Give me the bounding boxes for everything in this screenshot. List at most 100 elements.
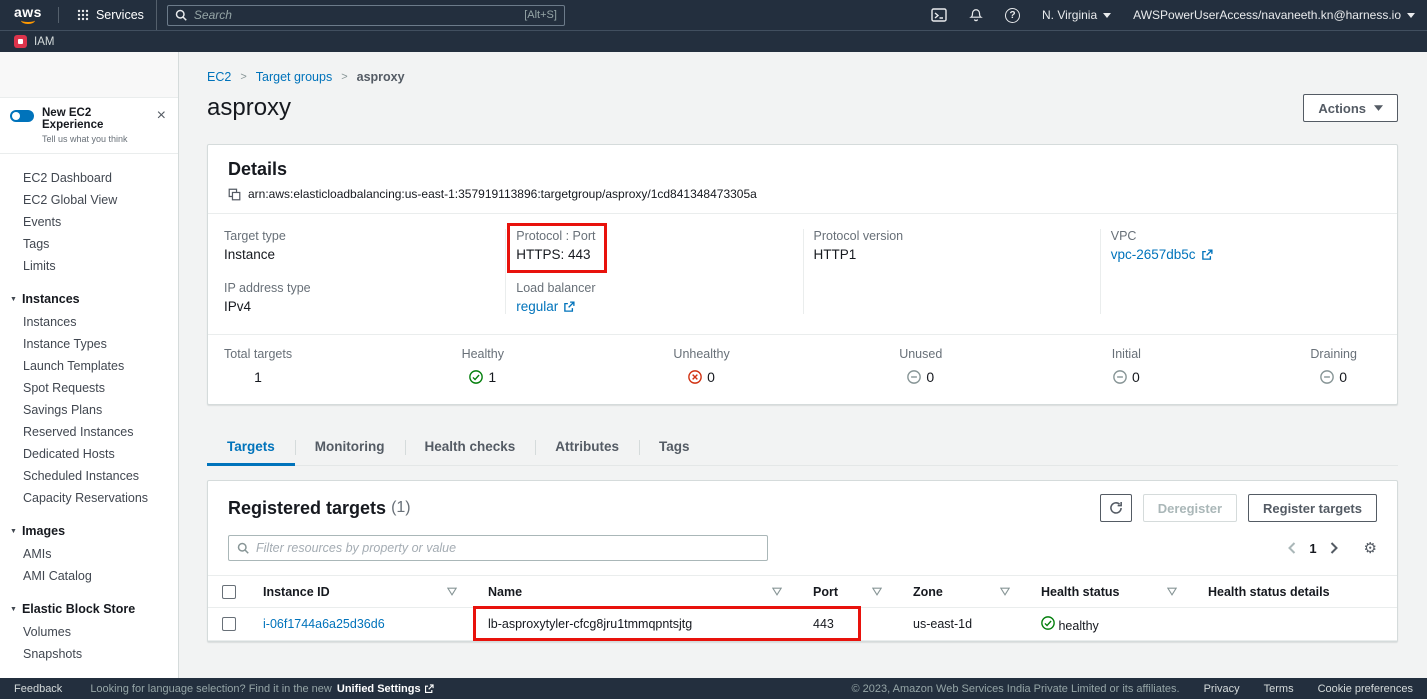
field-value: HTTP1: [814, 247, 857, 262]
column-filter-icon[interactable]: [447, 587, 457, 596]
column-filter-icon[interactable]: [1000, 587, 1010, 596]
load-balancer-link[interactable]: regular: [516, 299, 558, 314]
select-all-checkbox[interactable]: [222, 585, 236, 599]
sidebar-item-ec2-dashboard[interactable]: EC2 Dashboard: [0, 167, 178, 189]
sidebar-item-ec2-global-view[interactable]: EC2 Global View: [0, 189, 178, 211]
field-label: Protocol version: [814, 229, 904, 243]
sidebar-item-capacity-reservations[interactable]: Capacity Reservations: [0, 487, 178, 509]
section-caret-icon: ▼: [10, 606, 17, 613]
sidebar-item-reserved-instances[interactable]: Reserved Instances: [0, 421, 178, 443]
cloudshell-icon[interactable]: [931, 8, 947, 22]
external-link-icon[interactable]: [1201, 249, 1213, 261]
deregister-button[interactable]: Deregister: [1143, 494, 1237, 522]
header-label: Name: [488, 585, 522, 599]
column-filter-icon[interactable]: [872, 587, 882, 596]
row-checkbox[interactable]: [222, 617, 236, 631]
table-header-row: Instance ID Name Port Zone: [208, 576, 1397, 608]
stat-label: Draining: [1310, 347, 1357, 361]
sidebar-section-instances[interactable]: ▼ Instances: [0, 287, 178, 311]
stat-total-targets: Total targets 1: [224, 347, 292, 385]
target-zone-cell: us-east-1d: [900, 617, 1028, 631]
header-name[interactable]: Name: [475, 585, 800, 599]
experience-title: New EC2 Experience: [42, 107, 145, 131]
table-row[interactable]: i-06f1744a6a25d36d6 lb-asproxytyler-cfcg…: [208, 608, 1397, 641]
stat-value: 0: [1339, 369, 1347, 385]
search-input[interactable]: [194, 8, 517, 22]
aws-logo[interactable]: aws: [12, 6, 52, 24]
external-link-icon[interactable]: [563, 301, 575, 313]
refresh-button[interactable]: [1100, 494, 1132, 522]
header-health-status-details[interactable]: Health status details: [1195, 585, 1397, 599]
section-title: Elastic Block Store: [22, 602, 135, 616]
caret-down-icon: [1374, 105, 1383, 111]
privacy-link[interactable]: Privacy: [1204, 683, 1240, 695]
filter-box[interactable]: [228, 535, 768, 561]
sidebar-item-instance-types[interactable]: Instance Types: [0, 333, 178, 355]
stat-label: Total targets: [224, 347, 292, 361]
experience-toggle-switch[interactable]: [10, 110, 34, 122]
actions-button[interactable]: Actions: [1303, 94, 1398, 122]
breadcrumb-ec2[interactable]: EC2: [207, 70, 231, 84]
sidebar-item-instances[interactable]: Instances: [0, 311, 178, 333]
sidebar-item-launch-templates[interactable]: Launch Templates: [0, 355, 178, 377]
footer-right: © 2023, Amazon Web Services India Privat…: [852, 683, 1413, 695]
copy-icon[interactable]: [228, 188, 241, 201]
breadcrumb-target-groups[interactable]: Target groups: [256, 70, 332, 84]
feedback-link[interactable]: Feedback: [14, 683, 62, 695]
sidebar-item-spot-requests[interactable]: Spot Requests: [0, 377, 178, 399]
tab-attributes[interactable]: Attributes: [535, 433, 639, 466]
header-port[interactable]: Port: [800, 585, 900, 599]
sidebar-item-scheduled-instances[interactable]: Scheduled Instances: [0, 465, 178, 487]
settings-gear-icon[interactable]: ⚙: [1364, 541, 1377, 556]
column-filter-icon[interactable]: [1167, 587, 1177, 596]
copyright-text: © 2023, Amazon Web Services India Privat…: [852, 683, 1180, 695]
refresh-icon: [1109, 501, 1123, 515]
close-icon[interactable]: ×: [153, 107, 170, 125]
cookie-preferences-link[interactable]: Cookie preferences: [1318, 683, 1413, 695]
vpc-link[interactable]: vpc-2657db5c: [1111, 247, 1196, 262]
x-circle-icon: [688, 370, 702, 384]
header-zone[interactable]: Zone: [900, 585, 1028, 599]
field-label: Target type: [224, 229, 286, 243]
sidebar-section-elastic-block-store[interactable]: ▼ Elastic Block Store: [0, 597, 178, 621]
column-filter-icon[interactable]: [772, 587, 782, 596]
target-health-summary: Total targets 1 Healthy 1 Unhealthy: [208, 334, 1397, 404]
header-health-status[interactable]: Health status: [1028, 585, 1195, 599]
section-title: Images: [22, 524, 65, 538]
help-icon[interactable]: ?: [1005, 8, 1020, 23]
global-search[interactable]: [Alt+S]: [167, 5, 565, 26]
filter-input[interactable]: [256, 541, 759, 555]
tab-monitoring[interactable]: Monitoring: [295, 433, 405, 466]
sidebar-item-ami-catalog[interactable]: AMI Catalog: [0, 565, 178, 587]
stat-value: 1: [254, 369, 262, 385]
page-number[interactable]: 1: [1309, 541, 1316, 556]
sidebar-item-snapshots[interactable]: Snapshots: [0, 643, 178, 665]
terms-link[interactable]: Terms: [1264, 683, 1294, 695]
region-selector[interactable]: N. Virginia: [1042, 8, 1111, 22]
sidebar-item-limits[interactable]: Limits: [0, 255, 178, 277]
next-page-icon[interactable]: [1330, 542, 1338, 554]
unified-settings-link[interactable]: Unified Settings: [337, 683, 434, 695]
previous-page-icon[interactable]: [1288, 542, 1296, 554]
field-label: Protocol : Port: [516, 229, 595, 243]
sidebar-item-volumes[interactable]: Volumes: [0, 621, 178, 643]
sidebar-item-savings-plans[interactable]: Savings Plans: [0, 399, 178, 421]
tab-health-checks[interactable]: Health checks: [405, 433, 536, 466]
tab-tags[interactable]: Tags: [639, 433, 710, 466]
sidebar-item-events[interactable]: Events: [0, 211, 178, 233]
favorite-iam-link[interactable]: IAM: [34, 36, 54, 48]
notifications-bell-icon[interactable]: [969, 8, 983, 22]
sidebar-item-dedicated-hosts[interactable]: Dedicated Hosts: [0, 443, 178, 465]
unified-settings-label: Unified Settings: [337, 683, 421, 695]
sidebar-section-images[interactable]: ▼ Images: [0, 519, 178, 543]
sidebar-item-tags[interactable]: Tags: [0, 233, 178, 255]
register-targets-button[interactable]: Register targets: [1248, 494, 1377, 522]
tab-targets[interactable]: Targets: [207, 433, 295, 466]
details-column-1: Target type Instance IP address type IPv…: [208, 229, 505, 314]
sidebar-item-amis[interactable]: AMIs: [0, 543, 178, 565]
stat-healthy: Healthy 1: [462, 347, 504, 385]
account-menu[interactable]: AWSPowerUserAccess/navaneeth.kn@harness.…: [1133, 8, 1415, 22]
instance-id-link[interactable]: i-06f1744a6a25d36d6: [263, 617, 385, 631]
header-instance-id[interactable]: Instance ID: [250, 585, 475, 599]
services-menu[interactable]: Services: [65, 0, 157, 30]
